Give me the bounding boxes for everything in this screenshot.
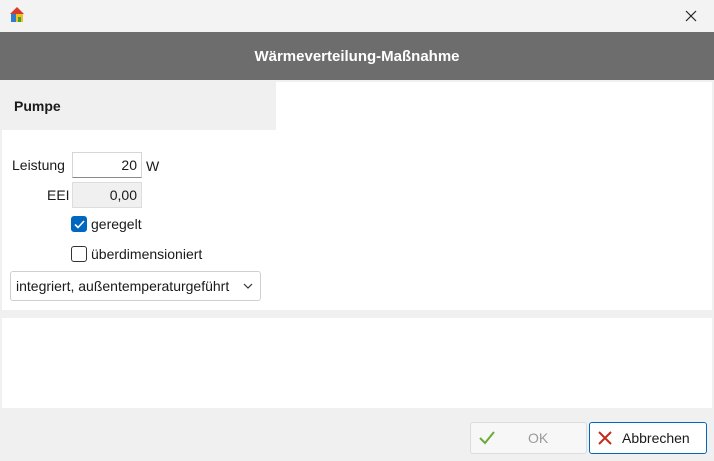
house-icon	[10, 7, 24, 22]
chevron-down-icon	[243, 283, 253, 289]
section-header: Pumpe	[2, 82, 276, 130]
leistung-unit: W	[146, 158, 160, 174]
checkbox-unchecked-icon	[71, 246, 87, 262]
close-button[interactable]	[668, 0, 714, 32]
ok-label: OK	[528, 430, 549, 446]
pump-mode-select[interactable]: integriert, außentemperaturgeführt	[10, 271, 261, 301]
checkmark-icon	[479, 431, 495, 445]
cancel-button[interactable]: Abbrechen	[589, 422, 707, 454]
geregelt-checkbox[interactable]: geregelt	[71, 216, 142, 232]
eei-field: 0,00	[72, 182, 142, 208]
ueberdimensioniert-checkbox[interactable]: überdimensioniert	[71, 246, 202, 262]
geregelt-label: geregelt	[91, 216, 142, 232]
dialog-title: Wärmeverteilung-Maßnahme	[254, 47, 460, 65]
pump-mode-value: integriert, außentemperaturgeführt	[16, 278, 230, 294]
section-title: Pumpe	[14, 98, 61, 114]
ok-button[interactable]: OK	[470, 422, 587, 454]
leistung-input[interactable]: 20	[72, 152, 142, 178]
x-icon	[598, 431, 612, 445]
description-area	[2, 318, 712, 408]
dialog-header: Wärmeverteilung-Maßnahme	[0, 32, 714, 80]
title-bar	[0, 0, 714, 32]
close-icon	[685, 10, 697, 22]
ueberdimensioniert-label: überdimensioniert	[91, 246, 203, 262]
pump-panel: Pumpe Leistung 20 W EEI 0,00 geregelt üb…	[2, 82, 712, 310]
leistung-label: Leistung	[12, 157, 65, 173]
eei-label: EEI	[47, 187, 70, 203]
checkbox-checked-icon	[71, 216, 87, 232]
cancel-label: Abbrechen	[622, 430, 690, 446]
